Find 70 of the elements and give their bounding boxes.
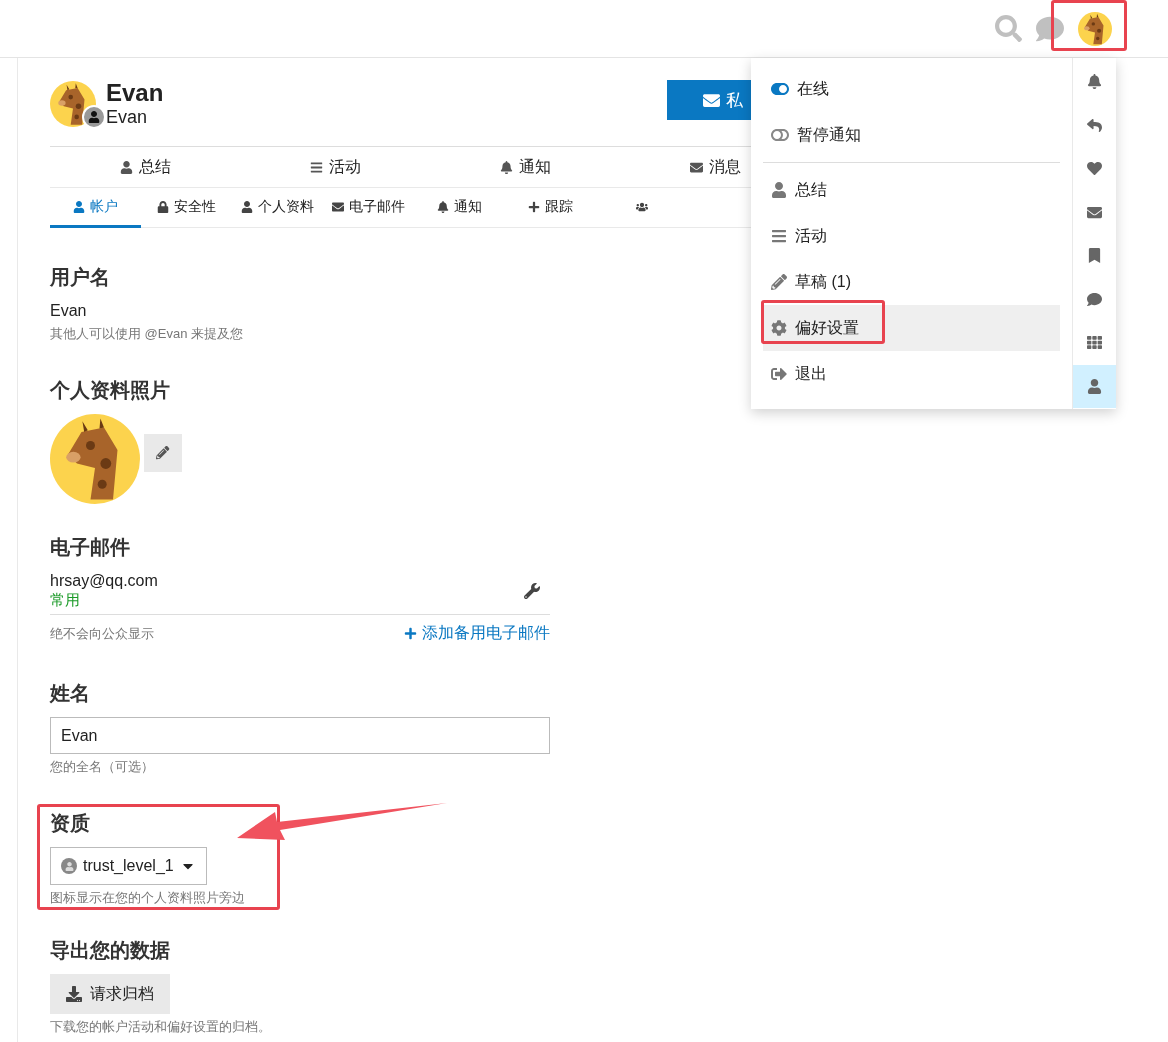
user-menu-item[interactable]: 活动 bbox=[763, 213, 1060, 259]
preferences-tab[interactable]: 电子邮件 bbox=[323, 188, 414, 228]
list-icon bbox=[309, 160, 323, 174]
profile-nav-link[interactable]: 通知 bbox=[430, 156, 620, 178]
section-heading: 姓名 bbox=[50, 681, 91, 706]
profile-nav-link[interactable]: 总结 bbox=[50, 156, 240, 178]
user-name: Evan bbox=[106, 80, 164, 106]
user-handle: Evan bbox=[106, 106, 149, 128]
add-email-link[interactable]: 添加备用电子邮件 bbox=[404, 623, 550, 644]
menu-tab[interactable] bbox=[1073, 364, 1116, 408]
pencil-icon bbox=[771, 274, 787, 290]
status-toggle[interactable]: 在线 bbox=[763, 66, 1060, 112]
title-select[interactable]: trust_level_1 bbox=[50, 847, 207, 885]
download-icon bbox=[66, 986, 82, 1002]
request-archive-button[interactable]: 请求归档 bbox=[50, 974, 170, 1014]
user-icon bbox=[241, 200, 253, 213]
section-heading: 用户名 bbox=[50, 265, 111, 290]
user-badge-icon bbox=[61, 858, 77, 874]
sign-out-icon bbox=[771, 366, 787, 382]
heart-icon bbox=[1087, 161, 1102, 177]
preferences-tab[interactable]: 安全性 bbox=[141, 188, 232, 228]
envelope-icon bbox=[703, 91, 720, 109]
preferences-tab[interactable]: 跟踪 bbox=[505, 188, 596, 228]
status-toggle[interactable]: 暂停通知 bbox=[763, 112, 1060, 158]
list-icon bbox=[771, 228, 787, 244]
user-menu-item[interactable]: 退出 bbox=[763, 351, 1060, 397]
preferences-tab[interactable]: 个人资料 bbox=[232, 188, 323, 228]
chat-icon bbox=[1087, 291, 1102, 307]
username-value: Evan bbox=[50, 301, 88, 321]
users-icon bbox=[635, 200, 648, 213]
preferences-tab[interactable]: 通知 bbox=[414, 188, 505, 228]
bookmark-icon bbox=[1087, 248, 1102, 264]
section-heading: 资质 bbox=[50, 811, 91, 836]
user-icon bbox=[1087, 378, 1102, 394]
edit-photo-button[interactable] bbox=[144, 434, 182, 472]
wrench-icon[interactable] bbox=[524, 582, 540, 599]
name-field[interactable]: Evan bbox=[50, 717, 550, 754]
primary-tag: 常用 bbox=[50, 591, 158, 610]
section-heading: 电子邮件 bbox=[50, 535, 131, 560]
envelope-icon bbox=[332, 200, 344, 213]
envelope-icon bbox=[1087, 204, 1102, 220]
plus-icon bbox=[528, 200, 540, 213]
chat-icon[interactable] bbox=[1036, 14, 1064, 43]
profile-nav-link[interactable]: 活动 bbox=[240, 156, 430, 178]
user-menu-item[interactable]: 草稿 (1) bbox=[763, 259, 1060, 305]
email-hint: 绝不会向公众显示 bbox=[50, 624, 154, 643]
grid-icon bbox=[1087, 335, 1102, 351]
preferences-tab[interactable]: 帐户 bbox=[50, 188, 141, 228]
user-menu-item[interactable]: 偏好设置 bbox=[763, 305, 1060, 351]
reply-icon bbox=[1087, 117, 1102, 133]
user-icon bbox=[119, 160, 133, 174]
lock-icon bbox=[157, 200, 169, 213]
bell-icon bbox=[499, 160, 513, 174]
bell-icon bbox=[437, 200, 449, 213]
plus-icon bbox=[404, 627, 417, 640]
name-hint: 您的全名（可选） bbox=[50, 758, 155, 776]
section-heading: 个人资料照片 bbox=[50, 378, 171, 403]
title-hint: 图标显示在您的个人资料照片旁边 bbox=[50, 889, 246, 907]
email-address: hrsay@qq.com bbox=[50, 571, 158, 591]
user-icon bbox=[73, 200, 85, 213]
username-hint: 其他人可以使用 @Evan 来提及您 bbox=[50, 325, 245, 343]
export-hint: 下载您的帐户活动和偏好设置的归档。 bbox=[50, 1018, 272, 1036]
user-icon bbox=[88, 111, 100, 123]
bell-icon bbox=[1087, 74, 1102, 90]
settings-icon bbox=[771, 320, 787, 336]
avatar-button[interactable] bbox=[1078, 11, 1112, 46]
section-heading: 导出您的数据 bbox=[50, 938, 171, 963]
envelope-icon bbox=[689, 160, 703, 174]
user-icon bbox=[771, 182, 787, 198]
pencil-icon bbox=[156, 446, 170, 460]
